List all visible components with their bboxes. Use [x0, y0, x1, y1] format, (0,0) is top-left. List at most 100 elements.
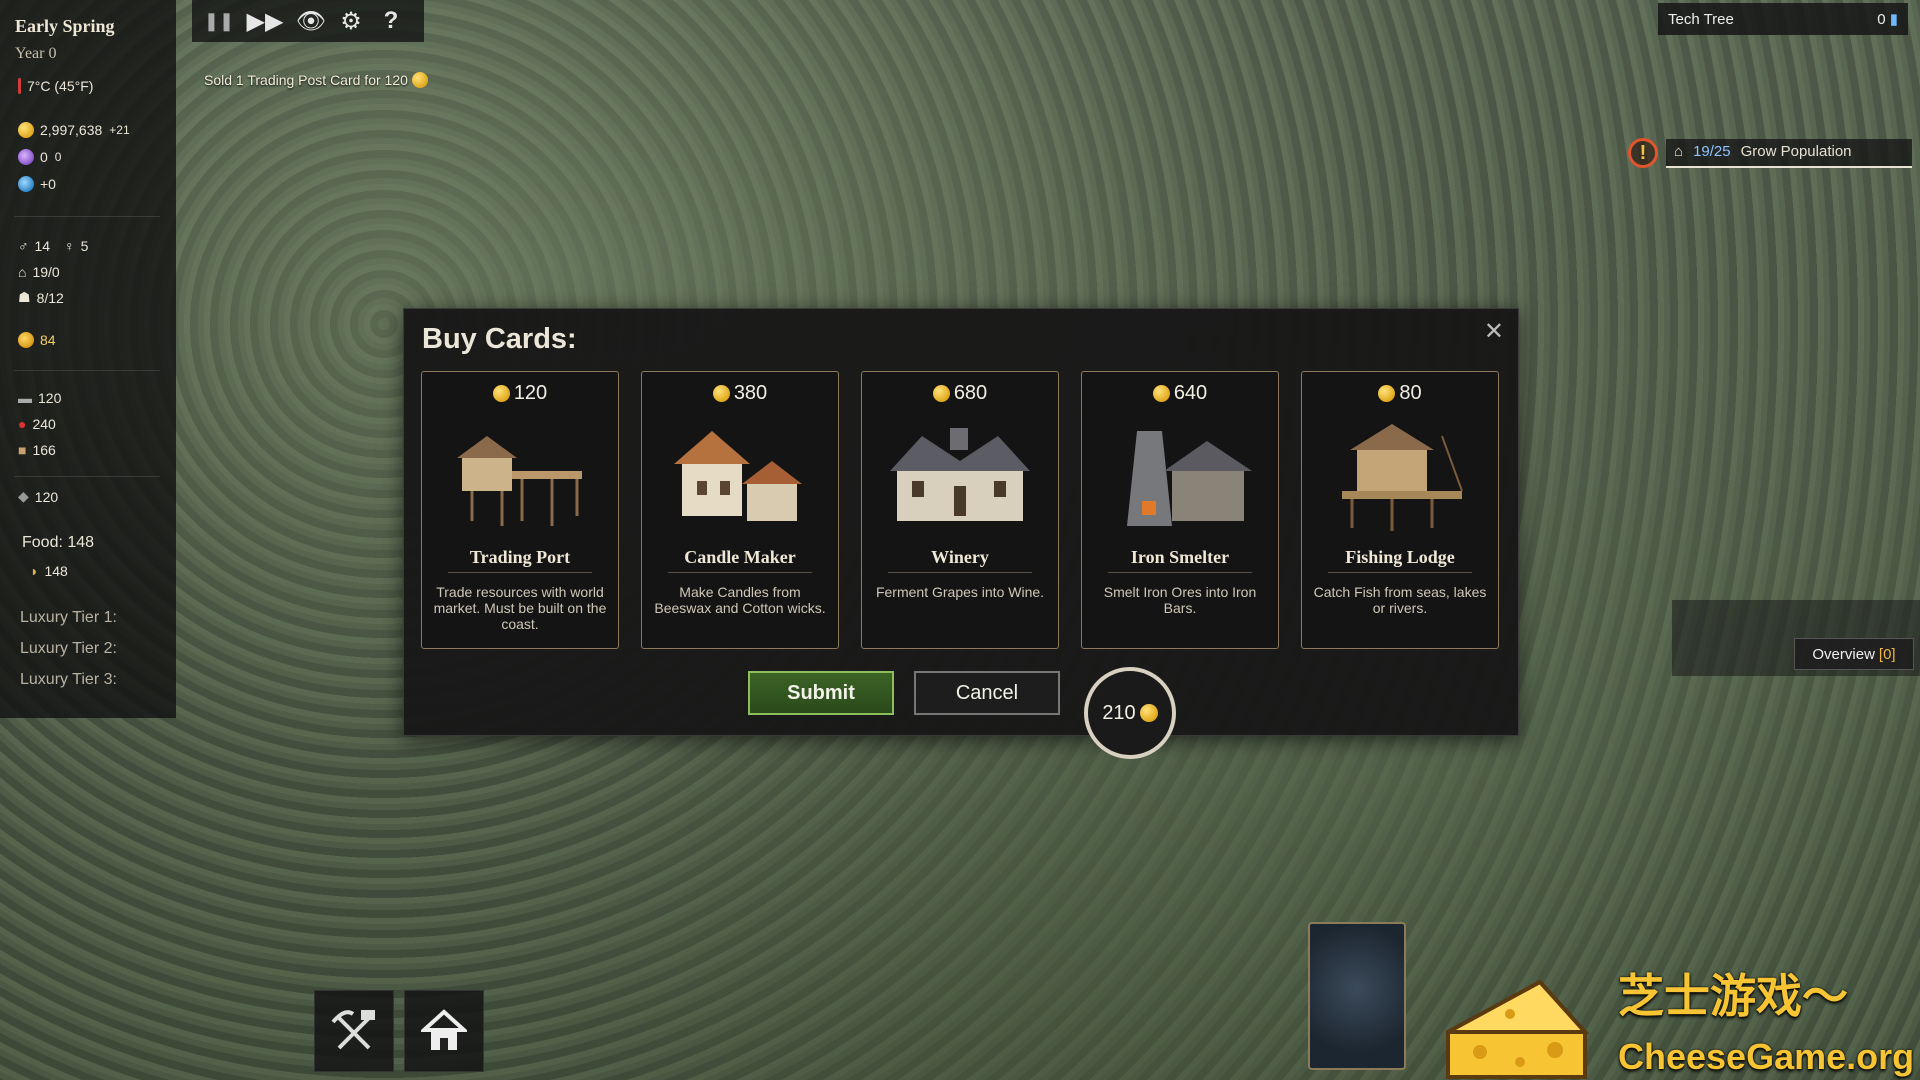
reroll-button[interactable]: 210	[1084, 667, 1176, 759]
hammer-pick-icon	[331, 1010, 375, 1050]
watermark-chinese: 芝士游戏～	[1618, 970, 1848, 1022]
trading-port-image	[457, 436, 582, 526]
build-button[interactable]	[314, 990, 394, 1072]
help-button[interactable]: ?	[374, 4, 408, 38]
overview-count: [0]	[1878, 645, 1896, 663]
gold-delta: +21	[109, 123, 130, 137]
season-label: Early Spring	[15, 16, 115, 36]
card-fishing-lodge[interactable]: 80 Fishing Lodge Catch Fish from seas, l…	[1301, 371, 1499, 649]
alert-icon: !	[1628, 138, 1658, 168]
fishing-lodge-image	[1342, 424, 1463, 531]
male-count: 14	[34, 238, 51, 254]
coin-icon	[1378, 385, 1396, 402]
purple-value: 0	[40, 149, 48, 165]
coin-icon	[492, 385, 510, 402]
card-price: 120	[422, 382, 618, 405]
water-value: +0	[40, 176, 56, 192]
visibility-button[interactable]: 👁	[294, 4, 328, 38]
resource-value: 120	[34, 488, 59, 505]
coin-icon	[1139, 704, 1158, 722]
happiness-row[interactable]: 84	[18, 332, 56, 348]
happiness-value: 84	[40, 332, 56, 348]
card-trading-port[interactable]: 120 Trading Port Trade resources with wo…	[421, 371, 619, 649]
card-name: Trading Port	[469, 547, 571, 567]
divider	[14, 476, 160, 477]
resource-row[interactable]: ◆ 120	[18, 488, 58, 505]
house-icon: ⌂	[1674, 142, 1684, 160]
watermark: 芝士游戏～ CheeseGame.org	[1440, 960, 1920, 1080]
gold-value: 2,997,638	[40, 122, 103, 138]
fast-forward-button[interactable]: ▶▶	[242, 4, 288, 38]
female-count: 5	[80, 238, 89, 254]
card-description: Smelt Iron Ores into Iron Bars.	[1103, 584, 1257, 616]
stats-panel: Early Spring Year 0 7°C (45°F) 2,997,638…	[0, 0, 176, 718]
gem-icon	[18, 149, 34, 165]
housing-value: 19/0	[32, 264, 60, 280]
luxury-tier-2: Luxury Tier 2:	[20, 640, 117, 657]
crate-icon: ■	[18, 442, 27, 458]
coin-icon	[1152, 385, 1170, 402]
house-icon: ⌂	[18, 264, 27, 280]
gold-row[interactable]: 2,997,638 +21	[18, 122, 130, 138]
coin-icon	[932, 385, 950, 402]
card-price: 680	[862, 382, 1058, 405]
thermometer-icon	[18, 78, 21, 94]
resource-row[interactable]: ▬ 120	[18, 390, 61, 406]
resource-value: 240	[32, 416, 56, 432]
pause-button[interactable]: ❚❚	[202, 4, 236, 38]
happiness-icon	[18, 332, 34, 348]
house-icon	[421, 1009, 467, 1050]
coin-icon	[712, 385, 730, 402]
food-label: Food: 148	[22, 534, 95, 551]
buy-cards-dialog: Buy Cards: ✕ 120 Trading Port Trade reso…	[403, 308, 1519, 759]
year-label: Year 0	[15, 45, 57, 62]
quest-tracker[interactable]: ! ⌂ 19/25 Grow Population	[1628, 138, 1912, 168]
settings-button[interactable]: ⚙	[334, 4, 368, 38]
watermark-url: CheeseGame.org	[1618, 1036, 1915, 1077]
card-winery[interactable]: 680 Winery Ferment Grapes into Wine.	[861, 371, 1059, 649]
card-name: Winery	[931, 547, 989, 567]
card-name: Candle Maker	[684, 547, 796, 567]
card-candle-maker[interactable]: 380 Candle Maker Make Candles from Beesw…	[641, 371, 839, 649]
resource-value: 166	[32, 442, 56, 458]
divider	[668, 572, 812, 573]
water-row[interactable]: +0	[18, 176, 56, 192]
card-description: Catch Fish from seas, lakes or rivers.	[1313, 584, 1487, 616]
eye-icon: 👁	[295, 7, 327, 35]
dialog-title: Buy Cards:	[422, 323, 577, 355]
resource-value: 120	[38, 390, 62, 406]
card-deck[interactable]	[1308, 922, 1406, 1070]
submit-button[interactable]: Submit	[748, 671, 894, 715]
female-icon: ♀	[64, 238, 75, 254]
flask-icon: ▮	[1889, 11, 1898, 28]
resource-row[interactable]: ● 240	[18, 416, 56, 432]
food-item-row[interactable]: ◗ 148	[30, 563, 68, 579]
tech-tree-button[interactable]: Tech Tree 0 ▮	[1658, 3, 1908, 35]
card-iron-smelter[interactable]: 640 Iron Smelter Smelt Iron Ores into Ir…	[1081, 371, 1279, 649]
card-price: 80	[1302, 382, 1498, 405]
bread-icon: ◗	[30, 563, 39, 579]
overview-button[interactable]: Overview [0]	[1794, 638, 1914, 670]
purple-row[interactable]: 00	[18, 149, 61, 165]
cancel-button[interactable]: Cancel	[914, 671, 1060, 715]
log-icon: ▬	[18, 390, 32, 406]
coin-icon	[411, 72, 428, 88]
housing-row[interactable]: ⌂ 19/0	[18, 264, 60, 280]
temperature-row: 7°C (45°F)	[18, 78, 93, 94]
candle-maker-image	[674, 431, 802, 521]
food-item-value: 148	[44, 563, 68, 579]
close-icon[interactable]: ✕	[1484, 317, 1504, 346]
divider	[888, 572, 1032, 573]
housing-button[interactable]	[404, 990, 484, 1072]
workers-row[interactable]: ☗ 8/12	[18, 289, 64, 306]
notification-text: Sold 1 Trading Post Card for 120	[204, 72, 408, 88]
population-row[interactable]: ♂ 14 ♀ 5	[18, 238, 88, 254]
coin-icon	[18, 122, 34, 138]
help-icon: ?	[383, 7, 399, 34]
resource-row[interactable]: ■ 166	[18, 442, 56, 458]
stone-icon: ◆	[18, 488, 29, 504]
worker-icon: ☗	[18, 289, 31, 305]
card-price: 640	[1082, 382, 1278, 405]
divider	[1328, 572, 1472, 573]
speed-controls: ❚❚ ▶▶ 👁 ⚙ ?	[192, 0, 424, 42]
